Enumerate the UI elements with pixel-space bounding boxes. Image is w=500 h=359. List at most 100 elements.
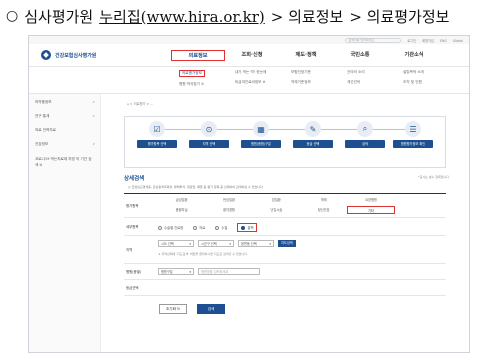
- heading-bullet: ○: [6, 8, 19, 24]
- radio-selected-icon: [241, 225, 246, 230]
- sidebar: 의약품정보 ∨ 연구·통계 ∨ 의료 인력자료 건강정보 ∨ 코로나19 먹는치…: [29, 94, 101, 352]
- reset-button[interactable]: 초기화 ↻: [159, 304, 187, 314]
- subnav-col-medical: 의료평가정보 병원·약국찾기 ⊘: [179, 70, 205, 87]
- eval-option-infertility[interactable]: 난임시술: [253, 206, 300, 214]
- subnav-item-noncovered[interactable]: 비급여진료비정보 ⊘: [235, 80, 266, 85]
- select-value: 시도 선택: [161, 242, 174, 246]
- heading-site-link[interactable]: 누리집(www.hira.or.kr): [99, 6, 265, 27]
- subnav-item-find-hospital[interactable]: 병원·약국찾기 ⊘: [179, 82, 205, 87]
- care-option-quality[interactable]: 수질: [215, 225, 227, 230]
- sidebar-item-research[interactable]: 연구·통계 ∨: [35, 114, 95, 119]
- step-hospital-type: ▦ 병원(종합)구분: [241, 121, 281, 148]
- utility-link-global[interactable]: Global: [453, 39, 463, 43]
- detail-search-title: 상세검색: [124, 176, 145, 182]
- care-option-medical[interactable]: 의료: [193, 225, 205, 230]
- heading-crumb-1: > 의료정보: [270, 7, 344, 26]
- eval-option-drug[interactable]: 약제: [300, 196, 347, 204]
- subnav-item-suggestion[interactable]: 개선건의: [347, 80, 365, 85]
- form-actions: 초기화 ↻ 검색: [159, 304, 225, 314]
- sido-select[interactable]: 시도 선택 ▾: [158, 240, 194, 247]
- eupmyeondong-select[interactable]: 읍면동 선택 ▾: [238, 240, 274, 247]
- evaluation-item-options: 급성질환 만성질환 암질환 약제 요양병원 중환자실 환자경험 난임시술 정신건…: [158, 196, 442, 214]
- subnav-item-purpose[interactable]: 설립목적 소개: [403, 70, 424, 75]
- utility-search-input[interactable]: 검색어를 입력하세요: [345, 38, 402, 43]
- search-notice: ◎ 급성심근경색증, 관상동맥우회술, 혈액투석, 대장암, 폐암 등 평가 항…: [128, 185, 264, 189]
- utility-link-eng[interactable]: ENG: [440, 39, 447, 43]
- subnav-item-my-medicine[interactable]: 내가 먹는 약! 한눈에: [235, 70, 266, 75]
- heading-prefix: 심사평가원: [24, 7, 94, 26]
- step-evaluation-item: ☑ 평가항목 선택: [137, 121, 177, 148]
- care-option-volume[interactable]: 수술별 진료량: [158, 225, 183, 230]
- gnb-menu-policy[interactable]: 제도·정책: [279, 50, 333, 61]
- step-grade: ✎ 등급 선택: [293, 121, 333, 148]
- row-label: 등급선택: [126, 286, 139, 290]
- eval-option-cancer[interactable]: 암질환: [253, 196, 300, 204]
- step-label: 병원평가정보 확인: [393, 140, 433, 148]
- step-label: 평가항목 선택: [137, 140, 177, 148]
- map-search-button[interactable]: 지도검색: [278, 240, 296, 247]
- eval-option-icu[interactable]: 중환자실: [158, 206, 205, 214]
- page: ○ 심사평가원 누리집(www.hira.or.kr) > 의료정보 > 의료평…: [0, 0, 500, 359]
- eval-option-spacer: [395, 196, 442, 204]
- site-logo[interactable]: 건강보험심사평가원: [41, 50, 96, 60]
- eval-option-nursing-hospital[interactable]: 요양병원: [347, 196, 394, 204]
- row-care-type: 세부항목 수술별 진료량 의료 수질 결핵: [124, 218, 446, 236]
- row-hospital: 병원(종별) 병원구분 ▾ 병원명을 입력하세요: [124, 264, 446, 280]
- subnav-item-drug-criteria[interactable]: 약제기준정보: [291, 80, 311, 85]
- chevron-down-icon: ▾: [189, 242, 191, 246]
- hospital-icon: ▦: [253, 121, 269, 137]
- row-evaluation-item: 평가항목 급성질환 만성질환 암질환 약제 요양병원 중환자실 환자경험 난임시…: [124, 194, 446, 218]
- eval-option-acute[interactable]: 급성질환: [158, 196, 205, 204]
- hospital-inputs: 병원구분 ▾ 병원명을 입력하세요: [158, 268, 260, 275]
- region-hint: ※ 지역선택에 '지도검색' 버튼을 클릭하시면 지도로 검색할 수 있습니다.: [158, 252, 249, 256]
- checklist-icon: ☑: [149, 121, 165, 137]
- gnb-menu-communication[interactable]: 국민소통: [333, 50, 387, 61]
- location-icon: ⊙: [201, 121, 217, 137]
- sidebar-item-label: 건강정보: [35, 142, 49, 146]
- website-screenshot: 검색어를 입력하세요 로그인 회원가입 ENG Global 건강보험심사평가원…: [28, 35, 470, 353]
- row-region: 지역 시도 선택 ▾ 시군구 선택 ▾ 읍면동 선택 ▾ 지도검색 ※ 지역선택…: [124, 236, 446, 264]
- sidebar-item-label: 코로나19 먹는치료제 처방 의 기관 검색 ⊘: [35, 157, 92, 167]
- subnav-item-evaluation-info[interactable]: 의료평가정보: [179, 70, 205, 77]
- eval-option-patient-experience[interactable]: 환자경험: [205, 206, 252, 214]
- subnav-item-voice[interactable]: 건의의 소리: [347, 70, 365, 75]
- step-search: ⌕ 검색: [345, 121, 385, 148]
- breadcrumb: ⌂ > 의료평가 > ...: [127, 102, 154, 106]
- gnb-menu-medical-info[interactable]: 의료정보: [171, 50, 225, 61]
- row-label: 병원(종별): [126, 270, 142, 274]
- sidebar-item-label: 연구·통계: [35, 114, 50, 118]
- search-button[interactable]: 검색: [197, 304, 225, 314]
- sidebar-item-label: 의료 인력자료: [35, 128, 56, 132]
- care-type-options: 수술별 진료량 의료 수질 결핵: [158, 223, 258, 232]
- sidebar-item-workforce[interactable]: 의료 인력자료: [35, 128, 95, 133]
- chevron-down-icon: ∨: [92, 114, 95, 118]
- utility-link-login[interactable]: 로그인: [407, 38, 416, 43]
- hira-logo-icon: [41, 50, 51, 60]
- gnb-menu-news[interactable]: 기관소식: [387, 50, 441, 61]
- sidebar-item-drug-info[interactable]: 의약품정보 ∨: [35, 100, 95, 105]
- row-label: 평가항목: [126, 204, 139, 208]
- step-region: ⊙ 지역 선택: [189, 121, 229, 148]
- subnav-col-policy: 보험인정기준 약제기준정보: [291, 70, 311, 85]
- radio-label: 수술별 진료량: [164, 226, 184, 230]
- hospital-name-input[interactable]: 병원명을 입력하세요: [198, 268, 260, 275]
- required-note: *표시는 필수 항목입니다: [417, 175, 449, 179]
- grade-icon: ✎: [305, 121, 321, 137]
- care-option-tuberculosis[interactable]: 결핵: [237, 223, 258, 232]
- chevron-down-icon: ∨: [92, 100, 95, 104]
- subnav-item-organization[interactable]: 조직 및 인원: [403, 80, 424, 85]
- chevron-down-icon: ▾: [229, 242, 231, 246]
- sidebar-item-covid-treatment[interactable]: 코로나19 먹는치료제 처방 의 기관 검색 ⊘: [35, 156, 93, 168]
- step-label: 검색: [345, 140, 385, 148]
- eval-option-other[interactable]: 기타: [347, 206, 395, 214]
- utility-link-join[interactable]: 회원가입: [422, 38, 434, 43]
- eval-option-chronic[interactable]: 만성질환: [205, 196, 252, 204]
- sidebar-item-health-info[interactable]: 건강정보 ∨: [35, 142, 95, 147]
- subnav-item-insurance-criteria[interactable]: 보험인정기준: [291, 70, 311, 75]
- eval-option-mental-health[interactable]: 정신건강: [300, 206, 347, 214]
- hospital-type-select[interactable]: 병원구분 ▾: [158, 268, 194, 275]
- step-result: ☰ 병원평가정보 확인: [393, 121, 433, 148]
- select-value: 시군구 선택: [201, 242, 217, 246]
- sigungu-select[interactable]: 시군구 선택 ▾: [198, 240, 234, 247]
- gnb-menu-inquiry[interactable]: 조회·신청: [225, 50, 279, 61]
